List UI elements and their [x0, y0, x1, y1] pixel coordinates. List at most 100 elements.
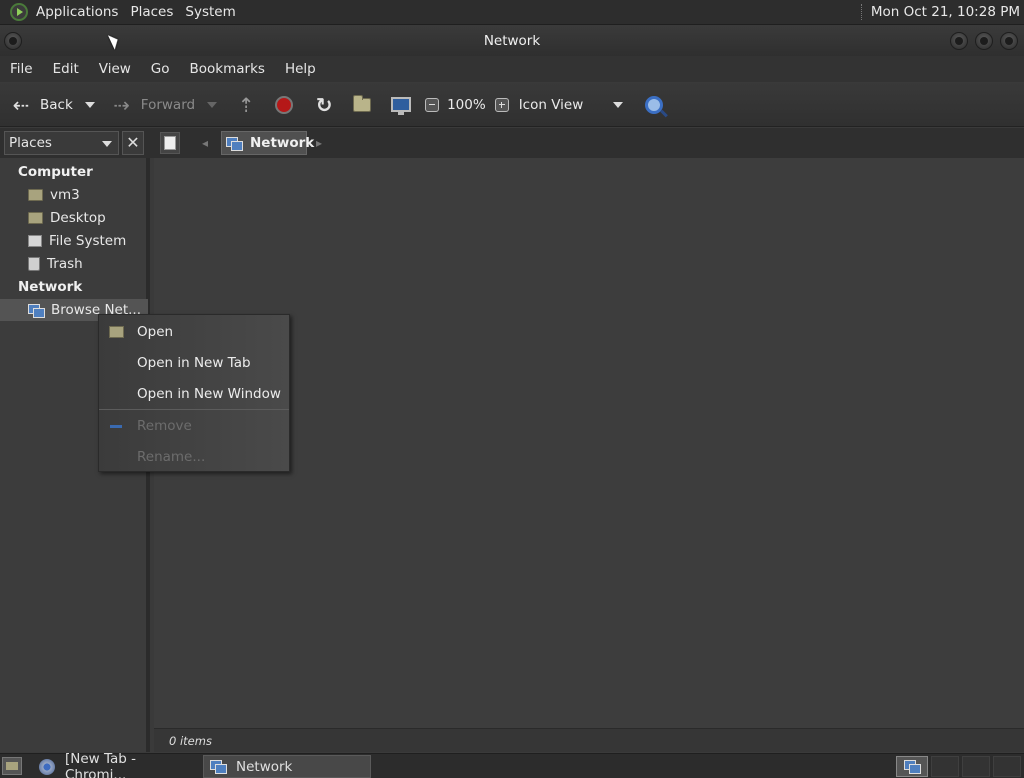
top-panel: Applications Places System Mon Oct 21, 1…: [0, 0, 1024, 25]
network-icon: [226, 136, 243, 151]
sidebar-item-label: vm3: [50, 187, 80, 203]
window-titlebar[interactable]: Network: [0, 26, 1024, 56]
home-folder-icon: [28, 189, 43, 201]
search-button[interactable]: [645, 83, 664, 127]
computer-icon: [391, 97, 412, 115]
ctx-rename: Rename...: [99, 442, 289, 472]
clock[interactable]: Mon Oct 21, 10:28 PM: [871, 4, 1020, 20]
workspace-4[interactable]: [993, 756, 1021, 777]
up-button[interactable]: ⇡: [233, 83, 259, 127]
menu-file[interactable]: File: [0, 56, 43, 82]
back-label: Back: [40, 96, 73, 113]
sidebar-item-label: Desktop: [50, 210, 106, 226]
forward-button[interactable]: ⇢ Forward: [109, 83, 195, 127]
back-button[interactable]: ⇠ Back: [8, 83, 73, 127]
window-title: Network: [483, 33, 541, 49]
panel-menu-system[interactable]: System: [179, 0, 241, 25]
edit-location-button[interactable]: [160, 132, 180, 154]
breadcrumb-label: Network: [250, 135, 315, 151]
ctx-item-label: Open: [137, 324, 174, 340]
task-chromium[interactable]: [New Tab - Chromi...: [33, 751, 197, 778]
menu-view[interactable]: View: [89, 56, 141, 82]
reload-icon: ↻: [315, 92, 333, 117]
up-arrow-icon: ⇡: [237, 92, 255, 117]
ctx-open-new-window[interactable]: Open in New Window: [99, 379, 289, 409]
drive-icon: [28, 235, 42, 247]
stop-icon: [275, 95, 294, 114]
chevron-down-icon: [102, 141, 112, 147]
back-history-dropdown[interactable]: [84, 101, 95, 108]
sidebar-type-label: Places: [9, 135, 52, 151]
minimize-button[interactable]: [950, 32, 968, 50]
view-mode-select[interactable]: Icon View: [519, 97, 584, 113]
item-count: 0 items: [169, 733, 212, 748]
workspace-2[interactable]: [931, 756, 959, 777]
zoom-out-icon: [425, 97, 440, 112]
panel-separator: [860, 4, 863, 20]
home-button[interactable]: [353, 83, 372, 127]
computer-button[interactable]: [391, 83, 412, 127]
maximize-button[interactable]: [975, 32, 993, 50]
sidebar-item-trash[interactable]: Trash: [0, 253, 148, 275]
zoom-level[interactable]: 100%: [447, 97, 486, 113]
panel-menu-places[interactable]: Places: [124, 0, 179, 25]
ctx-remove: Remove: [99, 411, 289, 441]
sidebar-item-vm3[interactable]: vm3: [0, 184, 148, 206]
sidebar-item-label: File System: [49, 233, 127, 249]
workspace-3[interactable]: [962, 756, 990, 777]
menu-bookmarks[interactable]: Bookmarks: [180, 56, 275, 82]
forward-history-dropdown[interactable]: [207, 101, 218, 108]
ctx-item-label: Open in New Tab: [137, 355, 251, 371]
crumb-right-arrow-icon[interactable]: ▸: [316, 136, 322, 150]
window-menu-icon[interactable]: [4, 32, 22, 50]
close-button[interactable]: [1000, 32, 1018, 50]
reload-button[interactable]: ↻: [311, 83, 337, 127]
taskbar: [New Tab - Chromi... Network: [0, 751, 1024, 778]
zoom-out-button[interactable]: [425, 83, 440, 127]
ctx-open-new-tab[interactable]: Open in New Tab: [99, 348, 289, 378]
menu-edit[interactable]: Edit: [43, 56, 89, 82]
stop-button[interactable]: [275, 83, 294, 127]
forward-label: Forward: [140, 96, 196, 113]
distro-logo-icon[interactable]: [10, 3, 28, 21]
sidebar-type-select[interactable]: Places: [4, 131, 119, 155]
crumb-left-arrow-icon[interactable]: ◂: [202, 136, 208, 150]
panel-menus: Applications Places System: [30, 0, 242, 25]
network-icon: [210, 760, 227, 774]
show-desktop-button[interactable]: [2, 757, 22, 775]
ctx-item-label: Open in New Window: [137, 386, 281, 402]
sidebar-heading-computer: Computer: [18, 164, 93, 180]
breadcrumb-network[interactable]: Network: [221, 131, 314, 155]
task-network[interactable]: Network: [203, 755, 371, 778]
menubar: File Edit View Go Bookmarks Help: [0, 56, 1024, 82]
context-menu: Open Open in New Tab Open in New Window …: [98, 314, 290, 472]
task-label: [New Tab - Chromi...: [65, 750, 137, 778]
view-mode-dropdown[interactable]: [613, 101, 624, 108]
workspace-1[interactable]: [896, 756, 928, 777]
network-icon: [28, 303, 45, 318]
sidebar-item-label: Trash: [47, 256, 83, 272]
ctx-open[interactable]: Open: [99, 317, 289, 347]
ctx-item-label: Rename...: [137, 449, 206, 465]
sidebar-item-desktop[interactable]: Desktop: [0, 207, 148, 229]
sidebar-heading-network: Network: [18, 279, 83, 295]
sidebar-item-file-system[interactable]: File System: [0, 230, 148, 252]
location-bar: Places ✕ ◂ Network ▸: [0, 128, 1024, 158]
zoom-in-button[interactable]: [494, 83, 509, 127]
remove-icon: [110, 425, 122, 428]
menu-help[interactable]: Help: [275, 56, 326, 82]
desktop-folder-icon: [28, 212, 43, 224]
menu-separator: [99, 409, 289, 410]
back-arrow-icon: ⇠: [12, 92, 30, 117]
panel-menu-applications[interactable]: Applications: [30, 0, 124, 25]
search-icon: [645, 95, 664, 114]
network-icon: [904, 760, 921, 774]
ctx-item-label: Remove: [137, 418, 192, 434]
sidebar-close-button[interactable]: ✕: [122, 131, 144, 155]
toolbar: ⇠ Back ⇢ Forward ⇡ ↻ 100% Icon View: [0, 83, 1024, 127]
open-folder-icon: [109, 326, 124, 338]
chromium-icon: [39, 758, 55, 775]
menu-go[interactable]: Go: [141, 56, 180, 82]
home-folder-icon: [353, 94, 372, 112]
forward-arrow-icon: ⇢: [113, 92, 131, 117]
